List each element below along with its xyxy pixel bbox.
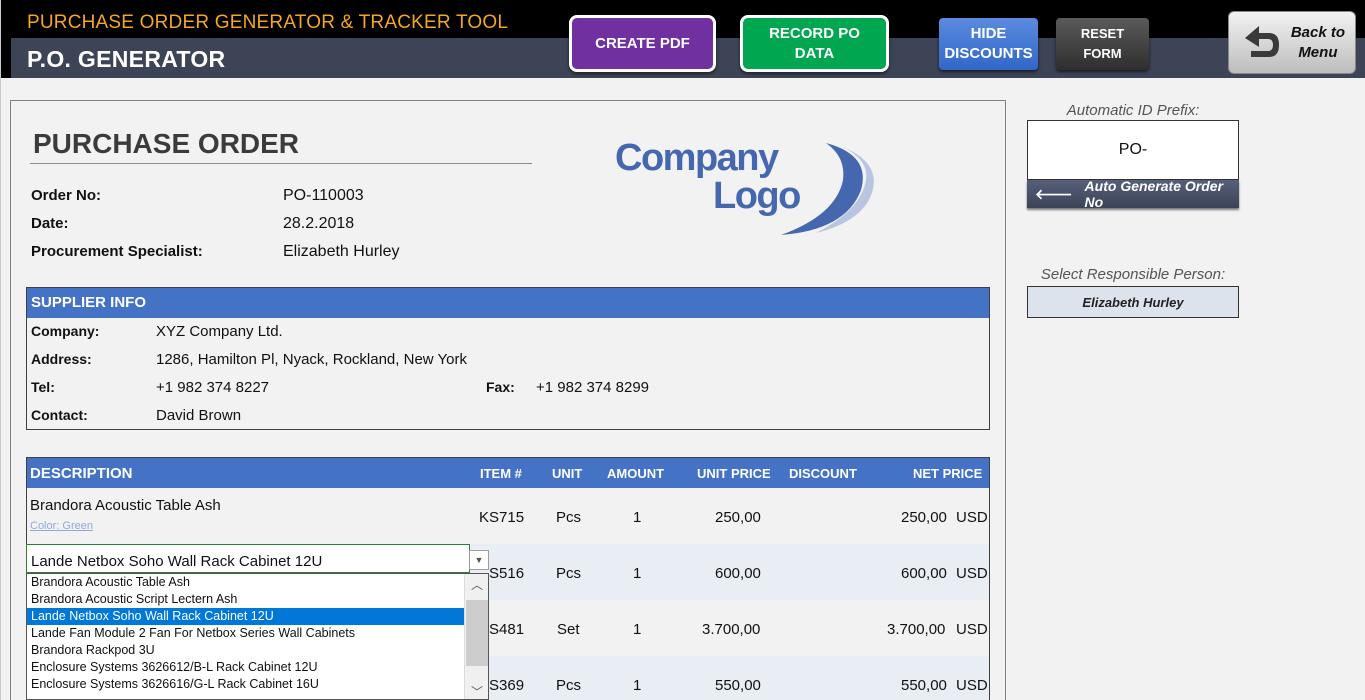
person-value: Elizabeth Hurley (1082, 294, 1184, 310)
chevron-down-icon: ▼ (474, 555, 484, 565)
row4-item: S369 (489, 677, 525, 694)
arrow-left-icon: 🡐 (1035, 185, 1073, 202)
dropdown-option[interactable]: Lande Fan Module 2 Fan For Netbox Series… (27, 625, 464, 642)
row3-unit: Set (557, 621, 580, 638)
hide-label-2: DISCOUNTS (944, 45, 1033, 62)
col-unit-price: UNIT PRICE (697, 466, 771, 481)
row4-currency: USD (956, 677, 988, 694)
dropdown-option[interactable]: Brandora Acoustic Table Ash (27, 574, 464, 591)
col-description: DESCRIPTION (30, 465, 133, 482)
title-divider (30, 163, 532, 164)
dropdown-option[interactable]: Brandora Rackpod 3U (27, 642, 464, 659)
order-no-label: Order No: (31, 187, 102, 204)
row1-note: Color: Green (30, 520, 93, 532)
row2-currency: USD (956, 565, 988, 582)
supplier-heading: SUPPLIER INFO (27, 288, 989, 318)
row2-unit: Pcs (556, 565, 582, 582)
reset-label-2: FORM (1083, 46, 1122, 61)
hide-label-1: HIDE (970, 25, 1007, 42)
row2-amount[interactable]: 1 (633, 565, 641, 582)
logo-text-line2: Logo (713, 175, 801, 217)
reset-form-button[interactable]: RESET FORM (1056, 18, 1149, 70)
record-po-label-1: RECORD PO (769, 24, 860, 42)
dropdown-listbox[interactable]: Brandora Acoustic Table Ash Brandora Aco… (26, 573, 489, 700)
responsible-person-select[interactable]: Elizabeth Hurley (1027, 286, 1239, 318)
row3-net-price: 3.700,00 (887, 621, 946, 638)
row1-description[interactable]: Brandora Acoustic Table Ash (30, 497, 221, 514)
supplier-tel-value[interactable]: +1 982 374 8227 (156, 379, 269, 396)
app-window: PURCHASE ORDER GENERATOR & TRACKER TOOL … (0, 0, 1365, 700)
dropdown-option-selected[interactable]: Lande Netbox Soho Wall Rack Cabinet 12U (27, 608, 464, 625)
create-pdf-button[interactable]: CREATE PDF (569, 15, 716, 72)
specialist-value[interactable]: Elizabeth Hurley (283, 243, 400, 261)
row1-net-price: 250,00 (901, 509, 947, 526)
row2-item: S516 (489, 565, 525, 582)
col-unit: UNIT (552, 466, 583, 481)
description-dropdown[interactable]: Lande Netbox Soho Wall Rack Cabinet 12U (26, 544, 470, 573)
auto-generate-label: Auto Generate Order No (1084, 178, 1224, 210)
create-pdf-label: CREATE PDF (595, 34, 690, 52)
col-item: ITEM # (480, 466, 522, 481)
row4-net-price: 550,00 (901, 677, 947, 694)
dropdown-scrollbar[interactable]: ︿ ﹀ (464, 574, 488, 699)
supplier-fax-label: Fax: (486, 379, 515, 395)
dropdown-value: Lande Netbox Soho Wall Rack Cabinet 12U (31, 553, 323, 570)
row1-unit: Pcs (556, 509, 582, 526)
row1-currency: USD (956, 509, 988, 526)
logo-text-line1: Company (615, 137, 779, 179)
prefix-label: Automatic ID Prefix: (1066, 102, 1200, 119)
person-label: Select Responsible Person: (1040, 266, 1226, 283)
row1-item: KS715 (479, 509, 525, 526)
supplier-tel-label: Tel: (31, 379, 55, 395)
col-amount: AMOUNT (607, 466, 665, 481)
app-title: PURCHASE ORDER GENERATOR & TRACKER TOOL (27, 12, 509, 33)
supplier-company-label: Company: (31, 323, 100, 339)
record-po-label-2: DATA (794, 44, 835, 62)
supplier-contact-label: Contact: (31, 407, 88, 423)
back-arrow-icon (1245, 26, 1279, 57)
row4-unit: Pcs (556, 677, 582, 694)
auto-generate-button[interactable]: 🡐 Auto Generate Order No (1027, 178, 1239, 210)
back-label-1: Back to (1290, 23, 1345, 41)
supplier-fax-value[interactable]: +1 982 374 8299 (536, 379, 649, 396)
prefix-input[interactable]: PO- (1027, 120, 1239, 180)
row4-amount[interactable]: 1 (633, 677, 641, 694)
supplier-address-label: Address: (31, 351, 92, 367)
order-no-value[interactable]: PO-110003 (283, 187, 364, 205)
date-value[interactable]: 28.2.2018 (283, 215, 354, 233)
scroll-down-icon[interactable]: ﹀ (465, 683, 488, 699)
row3-item: S481 (489, 621, 525, 638)
scroll-up-icon[interactable]: ︿ (465, 576, 488, 594)
company-logo: Company Logo (611, 135, 886, 240)
dropdown-arrow-button[interactable]: ▼ (469, 550, 489, 570)
date-label: Date: (31, 215, 69, 232)
row3-amount[interactable]: 1 (633, 621, 641, 638)
record-po-data-button[interactable]: RECORD PO DATA (740, 15, 889, 72)
row1-unit-price: 250,00 (715, 509, 761, 526)
col-discount: DISCOUNT (789, 466, 857, 481)
row1-amount[interactable]: 1 (633, 509, 641, 526)
scrollbar-thumb[interactable] (466, 600, 488, 666)
prefix-value: PO- (1118, 141, 1148, 158)
dropdown-option[interactable]: Enclosure Systems 3626616/G-L Rack Cabin… (27, 676, 464, 693)
supplier-company-value[interactable]: XYZ Company Ltd. (156, 323, 283, 340)
reset-label-1: RESET (1080, 26, 1125, 41)
hide-discounts-button[interactable]: HIDE DISCOUNTS (939, 18, 1038, 70)
back-to-menu-button[interactable]: Back to Menu (1228, 11, 1356, 74)
section-title: P.O. GENERATOR (27, 46, 226, 72)
dropdown-option[interactable]: Enclosure Systems 3626612/B-L Rack Cabin… (27, 659, 464, 676)
specialist-label: Procurement Specialist: (31, 243, 203, 260)
row3-currency: USD (956, 621, 988, 638)
po-title: PURCHASE ORDER (33, 128, 300, 159)
row4-unit-price: 550,00 (715, 677, 761, 694)
col-net-price: NET PRICE (913, 466, 983, 481)
dropdown-option[interactable]: Brandora Acoustic Script Lectern Ash (27, 591, 464, 608)
row3-unit-price: 3.700,00 (702, 621, 761, 638)
row2-unit-price: 600,00 (715, 565, 761, 582)
supplier-address-value[interactable]: 1286, Hamilton Pl, Nyack, Rockland, New … (156, 351, 467, 368)
row2-net-price: 600,00 (901, 565, 947, 582)
back-label-2: Menu (1298, 43, 1338, 61)
supplier-contact-value[interactable]: David Brown (156, 407, 241, 424)
